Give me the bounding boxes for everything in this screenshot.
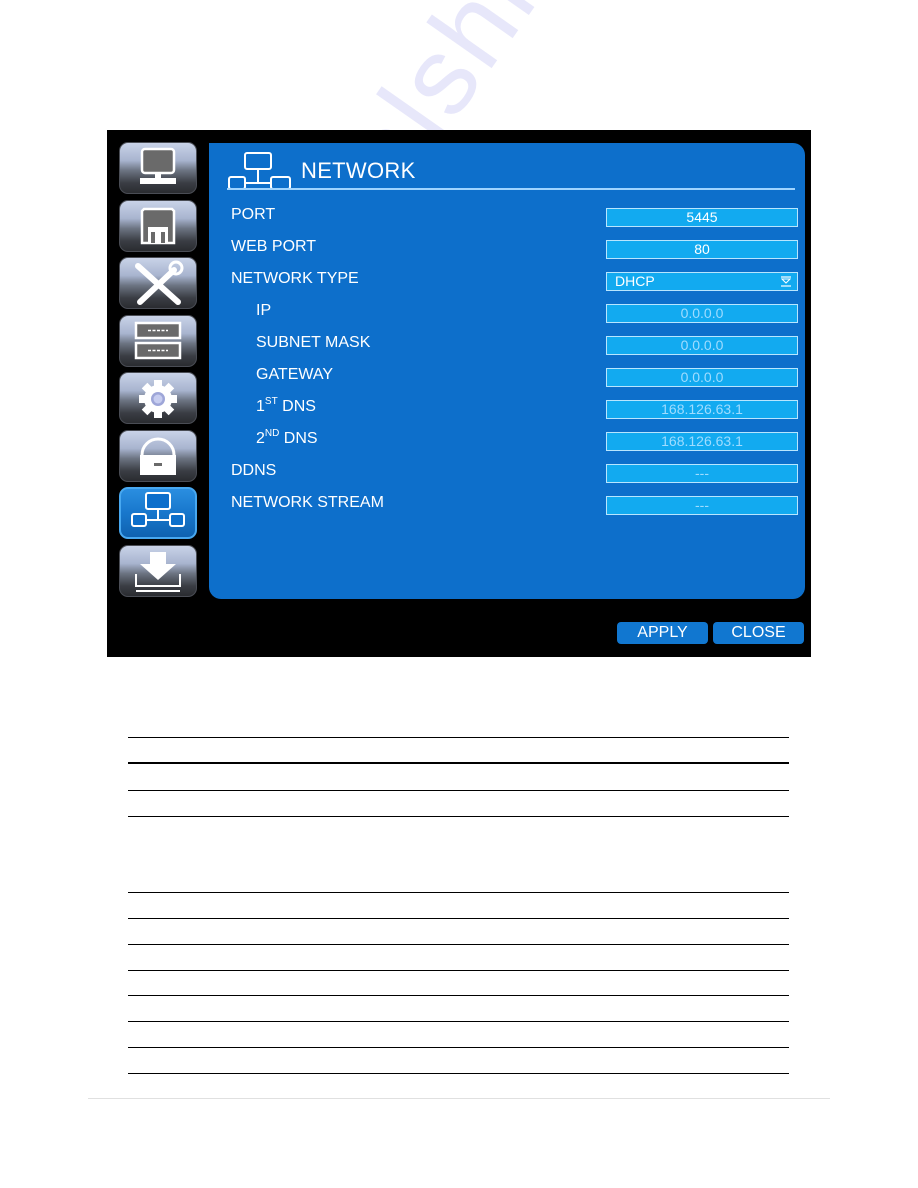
table-rule [128,1073,789,1074]
setting-row-ddns: DDNS --- [209,458,805,490]
network-icon [228,152,291,190]
setting-label: NETWORK STREAM [231,494,384,511]
ddns-field[interactable]: --- [606,464,798,483]
floppy-disk-icon [140,207,176,244]
page-title: NETWORK [301,158,416,183]
sidebar-item-record[interactable] [119,199,197,252]
monitor-icon [140,147,176,184]
sidebar-item-security[interactable] [119,429,197,482]
network-type-select[interactable]: DHCP [606,272,798,291]
table-rule [128,1021,789,1022]
table-rule [128,790,789,791]
table-rule [128,918,789,919]
table-rule [128,970,789,971]
network-settings-panel: NETWORK PORT 5445 WEB PORT 80 NETWORK TY… [209,143,805,599]
label-superscript: ST [264,396,278,407]
gear-icon [139,380,177,418]
setting-row-web-port: WEB PORT 80 [209,234,805,266]
setting-row-1st-dns: 1ST DNS 168.126.63.1 [209,394,805,426]
subnet-mask-field[interactable]: 0.0.0.0 [606,336,798,355]
sidebar-item-system[interactable] [119,372,197,424]
sidebar [119,142,199,602]
label-text: 2 [256,430,265,447]
hdd-list-icon [134,321,182,359]
sidebar-item-device[interactable] [119,314,197,367]
network-icon [131,492,185,527]
setting-label: PORT [231,206,276,223]
setting-label: SUBNET MASK [256,334,371,351]
setting-row-port: PORT 5445 [209,202,805,234]
setting-label: WEB PORT [231,238,317,255]
dropdown-arrow-icon[interactable] [781,276,791,287]
ip-field[interactable]: 0.0.0.0 [606,304,798,323]
network-stream-field[interactable]: --- [606,496,798,515]
table-rule [128,737,789,738]
gateway-field[interactable]: 0.0.0.0 [606,368,798,387]
setting-label: DDNS [231,462,277,479]
sidebar-item-display[interactable] [119,142,197,194]
port-field[interactable]: 5445 [606,208,798,227]
close-button[interactable]: CLOSE [713,622,804,644]
setting-label: NETWORK TYPE [231,270,359,287]
dvr-menu-screen: NETWORK PORT 5445 WEB PORT 80 NETWORK TY… [107,130,811,657]
table-rule [128,995,789,996]
table-rule [128,944,789,945]
label-text: DNS [279,430,318,447]
setting-row-2nd-dns: 2ND DNS 168.126.63.1 [209,426,805,458]
setting-label: 2ND DNS [256,428,318,448]
table-rule [128,1047,789,1048]
label-superscript: ND [264,428,280,439]
setting-row-network-stream: NETWORK STREAM --- [209,490,805,522]
setting-row-ip: IP 0.0.0.0 [209,298,805,330]
apply-button[interactable]: APPLY [617,622,708,644]
setting-label: 1ST DNS [256,396,316,416]
sidebar-item-tools[interactable] [119,257,197,309]
web-port-field[interactable]: 80 [606,240,798,259]
sidebar-item-backup[interactable] [119,544,197,597]
lock-icon [140,437,176,475]
wrench-screwdriver-icon [135,260,184,305]
table-rule [128,762,789,764]
page-footer-divider [88,1098,830,1099]
download-icon [135,551,181,592]
label-text: 1 [256,398,265,415]
dns2-field[interactable]: 168.126.63.1 [606,432,798,451]
setting-row-network-type: NETWORK TYPE DHCP [209,266,805,298]
setting-label: IP [256,302,272,319]
network-type-value: DHCP [615,273,655,289]
table-rule [128,816,789,817]
label-text: DNS [277,398,316,415]
header-divider [227,188,795,190]
setting-row-gateway: GATEWAY 0.0.0.0 [209,362,805,394]
sidebar-item-network[interactable] [119,487,197,539]
table-rule [128,892,789,893]
setting-row-subnet-mask: SUBNET MASK 0.0.0.0 [209,330,805,362]
panel-header: NETWORK [227,151,416,191]
setting-label: GATEWAY [256,366,334,383]
dns1-field[interactable]: 168.126.63.1 [606,400,798,419]
